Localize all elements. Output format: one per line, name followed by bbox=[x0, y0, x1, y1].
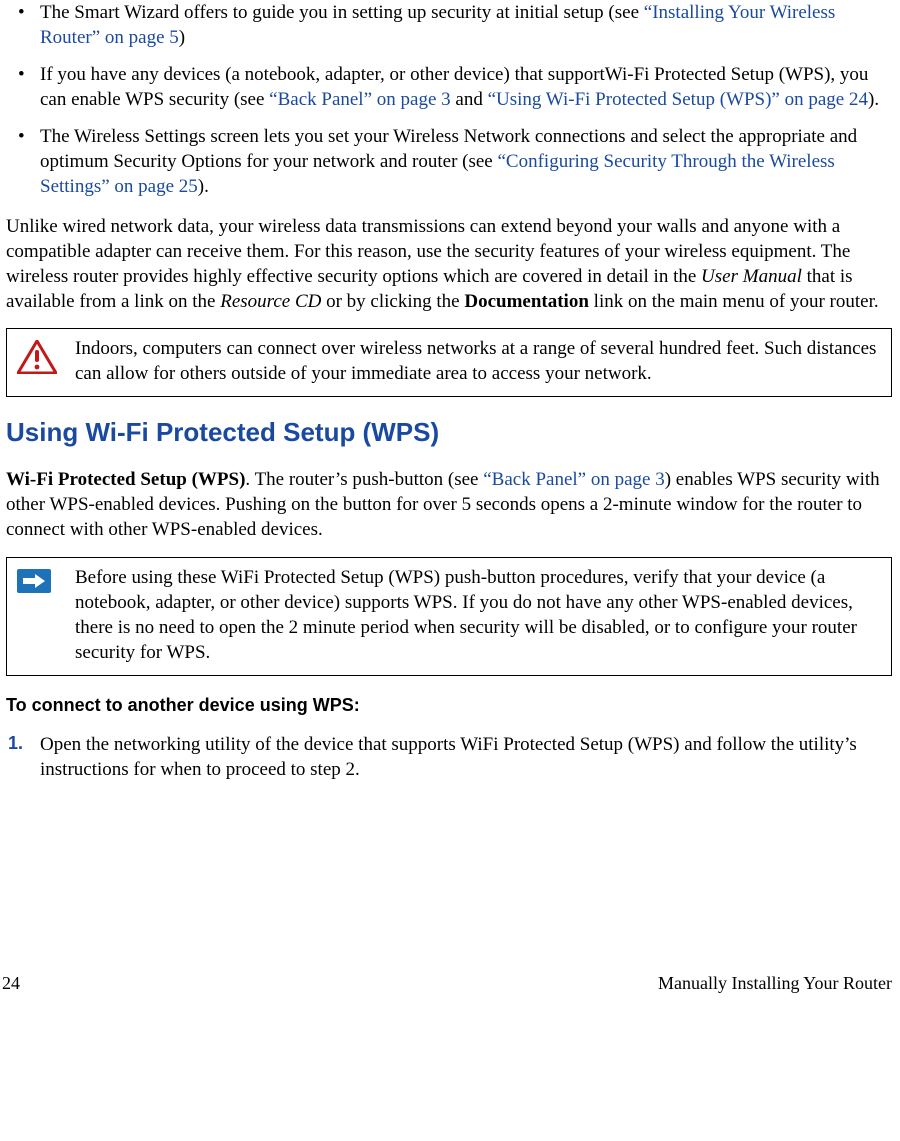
bullet-text: The Smart Wizard offers to guide you in … bbox=[40, 0, 892, 50]
bold-documentation: Documentation bbox=[464, 291, 589, 312]
bullet-mark: • bbox=[6, 124, 40, 149]
bullet-mark: • bbox=[6, 62, 40, 87]
text: link on the main menu of your router. bbox=[589, 291, 879, 312]
list-item: • If you have any devices (a notebook, a… bbox=[6, 62, 892, 112]
warning-text: Indoors, computers can connect over wire… bbox=[75, 336, 881, 386]
step-text: Open the networking utility of the devic… bbox=[40, 732, 892, 782]
list-item: • The Smart Wizard offers to guide you i… bbox=[6, 0, 892, 50]
sub-heading-connect-wps: To connect to another device using WPS: bbox=[6, 694, 892, 718]
text: or by clicking the bbox=[321, 291, 464, 312]
link-using-wps[interactable]: “Using Wi-Fi Protected Setup (WPS)” on p… bbox=[488, 89, 868, 110]
list-item: • The Wireless Settings screen lets you … bbox=[6, 124, 892, 199]
page-number: 24 bbox=[2, 972, 20, 996]
steps-list: 1. Open the networking utility of the de… bbox=[6, 732, 892, 782]
bullet-list: • The Smart Wizard offers to guide you i… bbox=[6, 0, 892, 200]
note-callout: Before using these WiFi Protected Setup … bbox=[6, 557, 892, 676]
italic-user-manual: User Manual bbox=[701, 266, 802, 287]
warning-icon bbox=[17, 336, 61, 374]
italic-resource-cd: Resource CD bbox=[220, 291, 321, 312]
bold-wps: Wi-Fi Protected Setup (WPS) bbox=[6, 469, 245, 490]
paragraph-wps: Wi-Fi Protected Setup (WPS). The router’… bbox=[6, 467, 892, 542]
text: . The router’s push-button (see bbox=[245, 469, 483, 490]
bullet-text: If you have any devices (a notebook, ada… bbox=[40, 62, 892, 112]
chapter-title: Manually Installing Your Router bbox=[658, 972, 892, 996]
text: ) bbox=[179, 27, 185, 48]
warning-callout: Indoors, computers can connect over wire… bbox=[6, 328, 892, 397]
bullet-mark: • bbox=[6, 0, 40, 25]
text: and bbox=[451, 89, 488, 110]
note-text: Before using these WiFi Protected Setup … bbox=[75, 565, 881, 665]
page-footer: 24 Manually Installing Your Router bbox=[0, 972, 894, 1002]
bullet-text: The Wireless Settings screen lets you se… bbox=[40, 124, 892, 199]
link-back-panel[interactable]: “Back Panel” on page 3 bbox=[269, 89, 450, 110]
note-icon bbox=[17, 565, 61, 593]
step-number: 1. bbox=[6, 732, 40, 756]
section-title-wps: Using Wi-Fi Protected Setup (WPS) bbox=[6, 415, 892, 449]
paragraph-security-overview: Unlike wired network data, your wireless… bbox=[6, 214, 892, 314]
text: The Smart Wizard offers to guide you in … bbox=[40, 2, 644, 23]
link-back-panel-2[interactable]: “Back Panel” on page 3 bbox=[483, 469, 664, 490]
text: ). bbox=[198, 176, 209, 197]
step-item: 1. Open the networking utility of the de… bbox=[6, 732, 892, 782]
text: ). bbox=[868, 89, 879, 110]
